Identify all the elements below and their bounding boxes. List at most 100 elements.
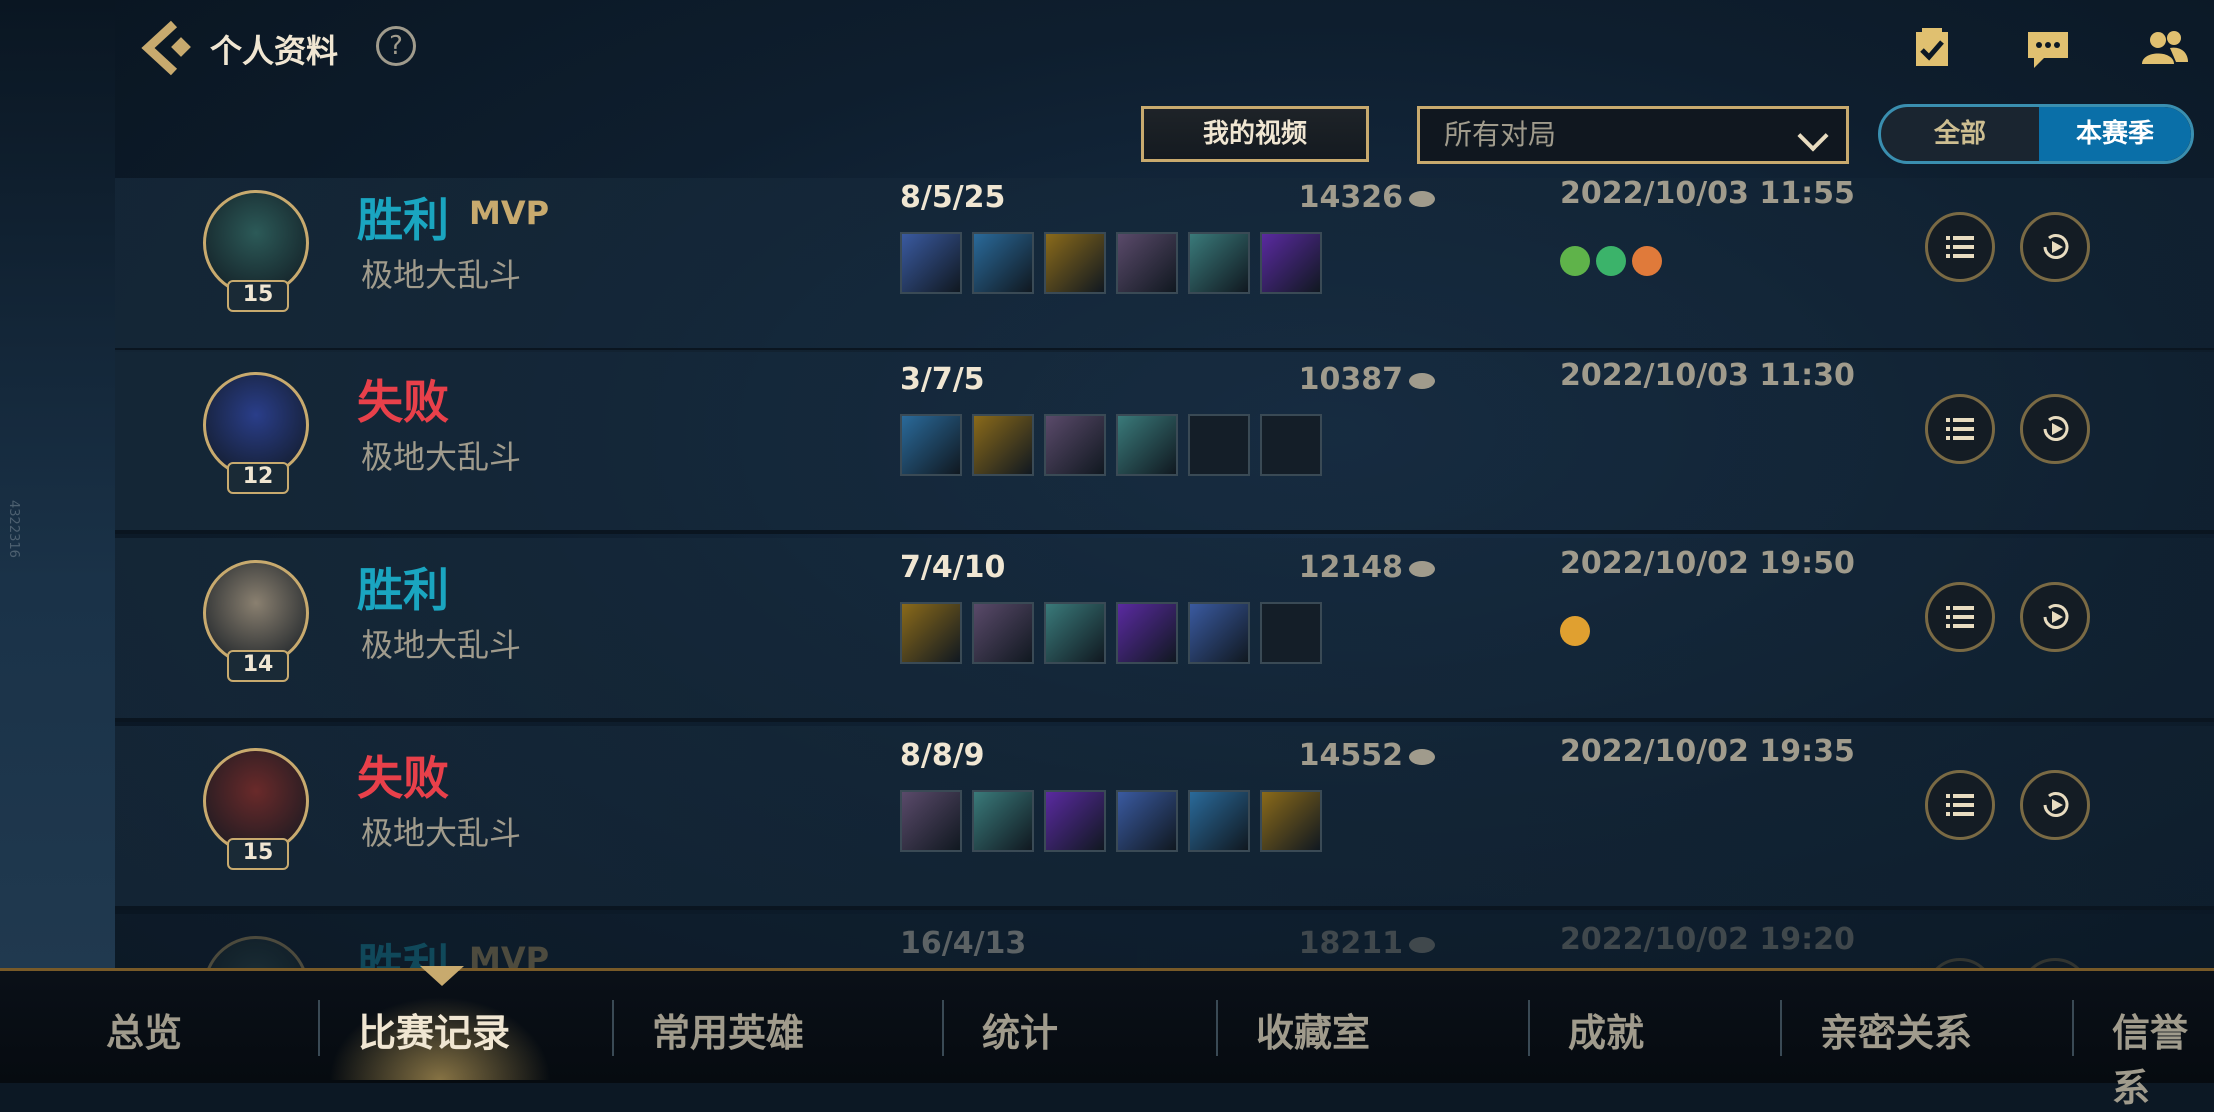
item-icon[interactable] (900, 790, 962, 852)
item-icon[interactable] (1116, 790, 1178, 852)
replay-button[interactable] (2020, 394, 2090, 464)
item-icon[interactable] (1116, 414, 1178, 476)
champion-level: 12 (227, 462, 289, 494)
replay-icon (2043, 234, 2069, 259)
match-row[interactable]: 15 胜利 MVP 极地大乱斗 8/5/25 14326 2022/10/03 … (115, 178, 2214, 352)
replay-button[interactable] (2020, 582, 2090, 652)
gold-earned: 14326 (1185, 180, 1435, 215)
match-row[interactable]: 15 失败 极地大乱斗 8/8/9 14552 2022/10/02 19:35 (115, 726, 2214, 910)
match-row[interactable]: 14 胜利 极地大乱斗 7/4/10 12148 2022/10/02 19:5… (115, 538, 2214, 722)
match-details-button[interactable] (1925, 582, 1995, 652)
tab-1[interactable]: 比赛记录 (358, 1002, 510, 1057)
missions-icon[interactable] (1908, 24, 1956, 72)
match-details-button[interactable] (1925, 394, 1995, 464)
match-date: 2022/10/03 11:55 (1560, 178, 1855, 211)
tab-divider (318, 1000, 320, 1056)
game-mode: 极地大乱斗 (361, 256, 522, 294)
match-result: 失败 (357, 751, 449, 805)
gold-earned: 12148 (1185, 550, 1435, 585)
item-icon[interactable] (900, 232, 962, 294)
item-icon[interactable] (1260, 790, 1322, 852)
item-slots (900, 602, 1332, 664)
gold-value: 10387 (1298, 362, 1403, 397)
match-type-value: 所有对局 (1444, 118, 1557, 151)
gold-coin-icon (1409, 748, 1435, 765)
item-icon[interactable] (1188, 602, 1250, 664)
empty-item-slot (1260, 602, 1322, 664)
item-icon[interactable] (972, 790, 1034, 852)
replay-button[interactable] (2020, 770, 2090, 840)
match-badges (1560, 246, 1668, 280)
item-icon[interactable] (1260, 232, 1322, 294)
item-icon[interactable] (972, 232, 1034, 294)
match-result: 胜利 (357, 939, 449, 968)
back-icon[interactable] (138, 18, 194, 78)
item-icon[interactable] (1044, 232, 1106, 294)
gold-coin-icon (1409, 372, 1435, 389)
match-date: 2022/10/03 11:30 (1560, 358, 1855, 393)
left-panel (0, 0, 115, 970)
item-icon[interactable] (1044, 790, 1106, 852)
kda: 7/4/10 (900, 550, 1006, 585)
match-row[interactable]: 12 失败 极地大乱斗 3/7/5 10387 2022/10/03 11:30 (115, 350, 2214, 534)
friends-icon[interactable] (2140, 24, 2188, 72)
kda: 8/5/25 (900, 180, 1006, 215)
item-icon[interactable] (972, 414, 1034, 476)
match-result: 失败 (357, 375, 449, 429)
match-details-button[interactable] (1925, 212, 1995, 282)
match-list[interactable]: 15 胜利 MVP 极地大乱斗 8/5/25 14326 2022/10/03 … (115, 178, 2214, 968)
season-toggle[interactable]: 全部 本赛季 (1878, 104, 2194, 164)
replay-button[interactable] (2020, 958, 2090, 968)
item-icon[interactable] (900, 414, 962, 476)
kda: 3/7/5 (900, 362, 985, 397)
tab-divider (612, 1000, 614, 1056)
match-date: 2022/10/02 19:50 (1560, 546, 1855, 581)
gold-coin-icon (1409, 190, 1435, 207)
empty-item-slot (1188, 414, 1250, 476)
match-result: 胜利 (357, 563, 449, 617)
champion-level: 15 (227, 838, 289, 870)
item-icon[interactable] (1044, 602, 1106, 664)
help-icon[interactable]: ? (376, 26, 416, 66)
tab-0[interactable]: 总览 (106, 1002, 182, 1057)
item-icon[interactable] (1044, 414, 1106, 476)
list-icon (1946, 418, 1974, 440)
toggle-season[interactable]: 本赛季 (2039, 107, 2191, 161)
gold-value: 18211 (1298, 926, 1403, 961)
match-type-select[interactable]: 所有对局 (1417, 106, 1849, 164)
item-icon[interactable] (1116, 602, 1178, 664)
game-mode: 极地大乱斗 (361, 438, 522, 476)
item-icon[interactable] (972, 602, 1034, 664)
toggle-all[interactable]: 全部 (1881, 107, 2039, 161)
tab-2[interactable]: 常用英雄 (652, 1002, 804, 1057)
mvp-label: MVP (469, 194, 550, 232)
item-icon[interactable] (1188, 790, 1250, 852)
tab-divider (2072, 1000, 2074, 1056)
tab-3[interactable]: 统计 (982, 1002, 1058, 1057)
tab-6[interactable]: 亲密关系 (1820, 1002, 1972, 1057)
replay-icon (2043, 604, 2069, 629)
my-videos-button[interactable]: 我的视频 (1141, 106, 1369, 162)
game-mode: 极地大乱斗 (361, 814, 522, 852)
tab-4[interactable]: 收藏室 (1256, 1002, 1370, 1057)
item-icon[interactable] (1116, 232, 1178, 294)
list-icon (1946, 236, 1974, 258)
tab-7[interactable]: 信誉系 (2112, 1002, 2214, 1112)
match-row[interactable]: 胜利 MVP 极地大乱斗 16/4/13 18211 2022/10/02 19… (115, 914, 2214, 968)
tab-divider (1780, 1000, 1782, 1056)
match-result: 胜利 (357, 193, 449, 247)
chat-icon[interactable] (2024, 24, 2072, 72)
achievement-badge-icon (1632, 246, 1662, 276)
match-details-button[interactable] (1925, 958, 1995, 968)
tab-5[interactable]: 成就 (1568, 1002, 1644, 1057)
tab-divider (1216, 1000, 1218, 1056)
mvp-label: MVP (469, 940, 550, 968)
item-icon[interactable] (1188, 232, 1250, 294)
item-icon[interactable] (900, 602, 962, 664)
item-slots (900, 232, 1332, 294)
item-slots (900, 414, 1332, 476)
kda: 8/8/9 (900, 738, 985, 773)
match-details-button[interactable] (1925, 770, 1995, 840)
replay-button[interactable] (2020, 212, 2090, 282)
champion-level: 15 (227, 280, 289, 312)
